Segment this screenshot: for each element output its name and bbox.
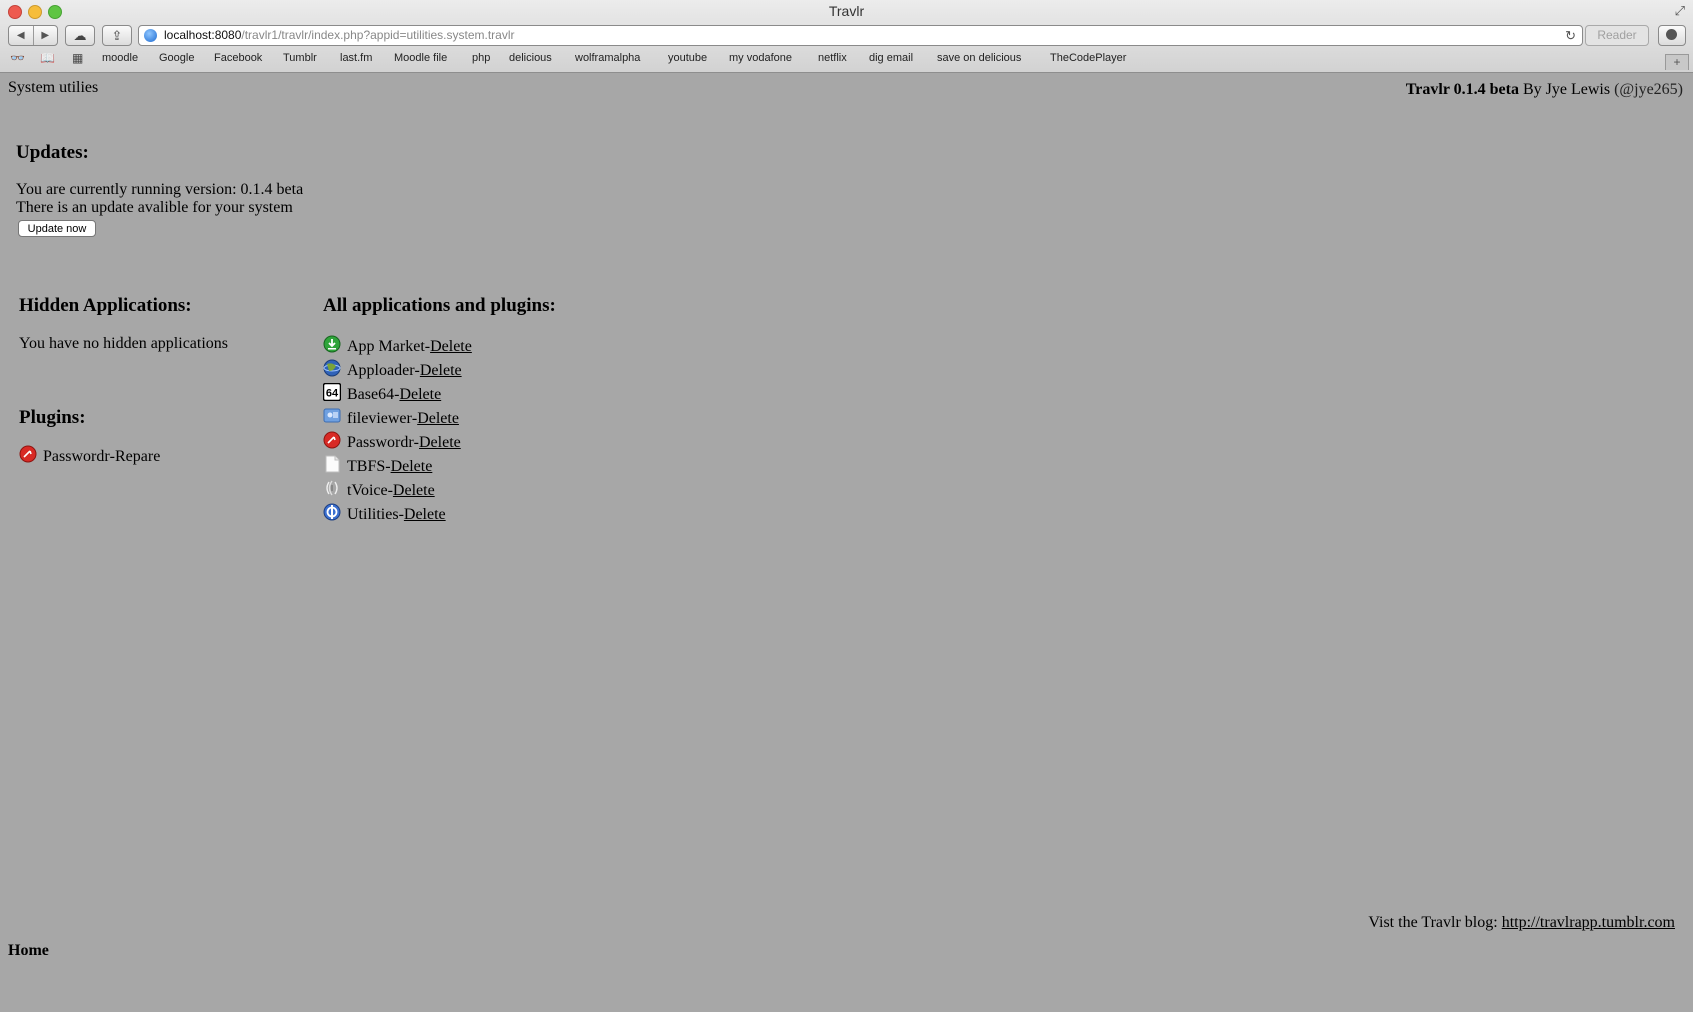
delete-app-link[interactable]: Delete	[399, 386, 441, 404]
svg-text:64: 64	[326, 388, 339, 400]
bookmark-link[interactable]: dig email	[869, 52, 913, 64]
updates-heading: Updates:	[16, 142, 89, 163]
all-applications-heading: All applications and plugins:	[323, 295, 556, 316]
author-text: By Jye Lewis	[1518, 81, 1615, 98]
app-name: App Market	[347, 338, 425, 355]
app-market-icon	[323, 335, 341, 353]
app-credit: Travlr 0.1.4 beta By Jye Lewis (@jye265)	[1406, 81, 1683, 99]
delete-app-link[interactable]: Delete	[404, 506, 446, 524]
base64-icon: 64	[323, 383, 341, 401]
tvoice-icon	[326, 480, 338, 496]
reader-button[interactable]: Reader	[1585, 25, 1649, 46]
address-bar[interactable]: localhost:8080/travlr1/travlr/index.php?…	[138, 25, 1583, 46]
app-name: Apploader	[347, 362, 415, 379]
app-name: Base64	[347, 386, 395, 403]
new-tab-button[interactable]: +	[1665, 54, 1689, 70]
bookmark-link[interactable]: wolframalpha	[575, 52, 640, 64]
app-version: Travlr 0.1.4 beta	[1405, 81, 1519, 98]
downloads-button[interactable]	[1658, 25, 1686, 46]
update-now-button[interactable]: Update now	[18, 220, 96, 237]
top-sites-grid-icon[interactable]: ▦	[72, 51, 83, 65]
plugin-name: Passwordr	[43, 448, 110, 465]
fullscreen-icon[interactable]: ⤢	[1675, 3, 1685, 19]
app-name: tVoice	[347, 482, 388, 499]
bookmark-link[interactable]: TheCodePlayer	[1050, 52, 1126, 64]
repair-plugin-link[interactable]: Repare	[115, 448, 160, 466]
icloud-tabs-button[interactable]: ☁	[65, 25, 95, 46]
app-name: Passwordr	[347, 434, 414, 451]
home-link[interactable]: Home	[8, 942, 49, 960]
delete-app-link[interactable]: Delete	[417, 410, 459, 428]
bookmark-link[interactable]: netflix	[818, 52, 847, 64]
bookmark-link[interactable]: delicious	[509, 52, 552, 64]
current-version-text: You are currently running version: 0.1.4…	[16, 181, 304, 198]
plugins-heading: Plugins:	[19, 407, 86, 428]
forward-button[interactable]: ▶	[34, 26, 58, 45]
page-title: System utilies	[8, 79, 99, 96]
bookmark-link[interactable]: Google	[159, 52, 194, 64]
bookmark-link[interactable]: php	[472, 52, 490, 64]
utilities-icon	[323, 503, 341, 521]
bookmark-link[interactable]: save on delicious	[937, 52, 1021, 64]
bookmarks-bar: 👓 📖 ▦ moodle Google Facebook Tumblr last…	[0, 49, 1693, 69]
reading-list-icon[interactable]: 👓	[10, 51, 25, 65]
applications-list: App Market - Delete Apploader - Delete 6…	[323, 335, 472, 527]
zoom-window-button[interactable]	[48, 5, 62, 19]
list-item: 64 Base64 - Delete	[323, 383, 472, 407]
list-item: Passwordr - Delete	[323, 431, 472, 455]
minimize-window-button[interactable]	[28, 5, 42, 19]
app-name: fileviewer	[347, 410, 412, 427]
close-window-button[interactable]	[8, 5, 22, 19]
bookmarks-book-icon[interactable]: 📖	[40, 51, 55, 65]
passwordr-icon	[323, 431, 341, 449]
bookmark-link[interactable]: youtube	[668, 52, 707, 64]
update-available-text: There is an update avalible for your sys…	[16, 199, 293, 216]
browser-chrome: Travlr ⤢ ◀ ▶ ☁ ⇪ localhost:8080/travlr1/…	[0, 0, 1693, 73]
window-title: Travlr	[828, 3, 865, 19]
blog-link[interactable]: http://travlrapp.tumblr.com	[1502, 914, 1675, 931]
author-handle: (@jye265)	[1614, 81, 1683, 98]
fileviewer-icon	[323, 408, 341, 423]
bookmark-link[interactable]: my vodafone	[729, 52, 792, 64]
passwordr-icon	[19, 445, 37, 463]
bookmark-link[interactable]: Moodle file	[394, 52, 447, 64]
bookmark-link[interactable]: last.fm	[340, 52, 372, 64]
list-item: Apploader - Delete	[323, 359, 472, 383]
list-item: tVoice - Delete	[323, 479, 472, 503]
apploader-icon	[323, 359, 341, 377]
blog-footer: Vist the Travlr blog: http://travlrapp.t…	[1368, 914, 1675, 931]
list-item: TBFS - Delete	[323, 455, 472, 479]
bookmark-link[interactable]: moodle	[102, 52, 138, 64]
list-item: Utilities - Delete	[323, 503, 472, 527]
globe-icon	[144, 29, 157, 42]
delete-app-link[interactable]: Delete	[391, 458, 433, 476]
app-name: TBFS	[347, 458, 386, 475]
back-button[interactable]: ◀	[9, 26, 34, 45]
delete-app-link[interactable]: Delete	[430, 338, 472, 356]
hidden-applications-heading: Hidden Applications:	[19, 295, 192, 316]
reload-icon[interactable]: ↻	[1565, 26, 1576, 45]
share-button[interactable]: ⇪	[102, 25, 132, 46]
app-name: Utilities	[347, 506, 399, 523]
bookmark-link[interactable]: Facebook	[214, 52, 262, 64]
plugin-item: Passwordr - Repare	[19, 445, 160, 466]
tbfs-icon	[325, 455, 340, 473]
list-item: App Market - Delete	[323, 335, 472, 359]
delete-app-link[interactable]: Delete	[393, 482, 435, 500]
delete-app-link[interactable]: Delete	[420, 362, 462, 380]
delete-app-link[interactable]: Delete	[419, 434, 461, 452]
bookmark-link[interactable]: Tumblr	[283, 52, 317, 64]
url-text: localhost:8080/travlr1/travlr/index.php?…	[164, 28, 515, 42]
list-item: fileviewer - Delete	[323, 407, 472, 431]
no-hidden-apps-text: You have no hidden applications	[19, 335, 229, 352]
nav-buttons: ◀ ▶	[8, 25, 58, 46]
